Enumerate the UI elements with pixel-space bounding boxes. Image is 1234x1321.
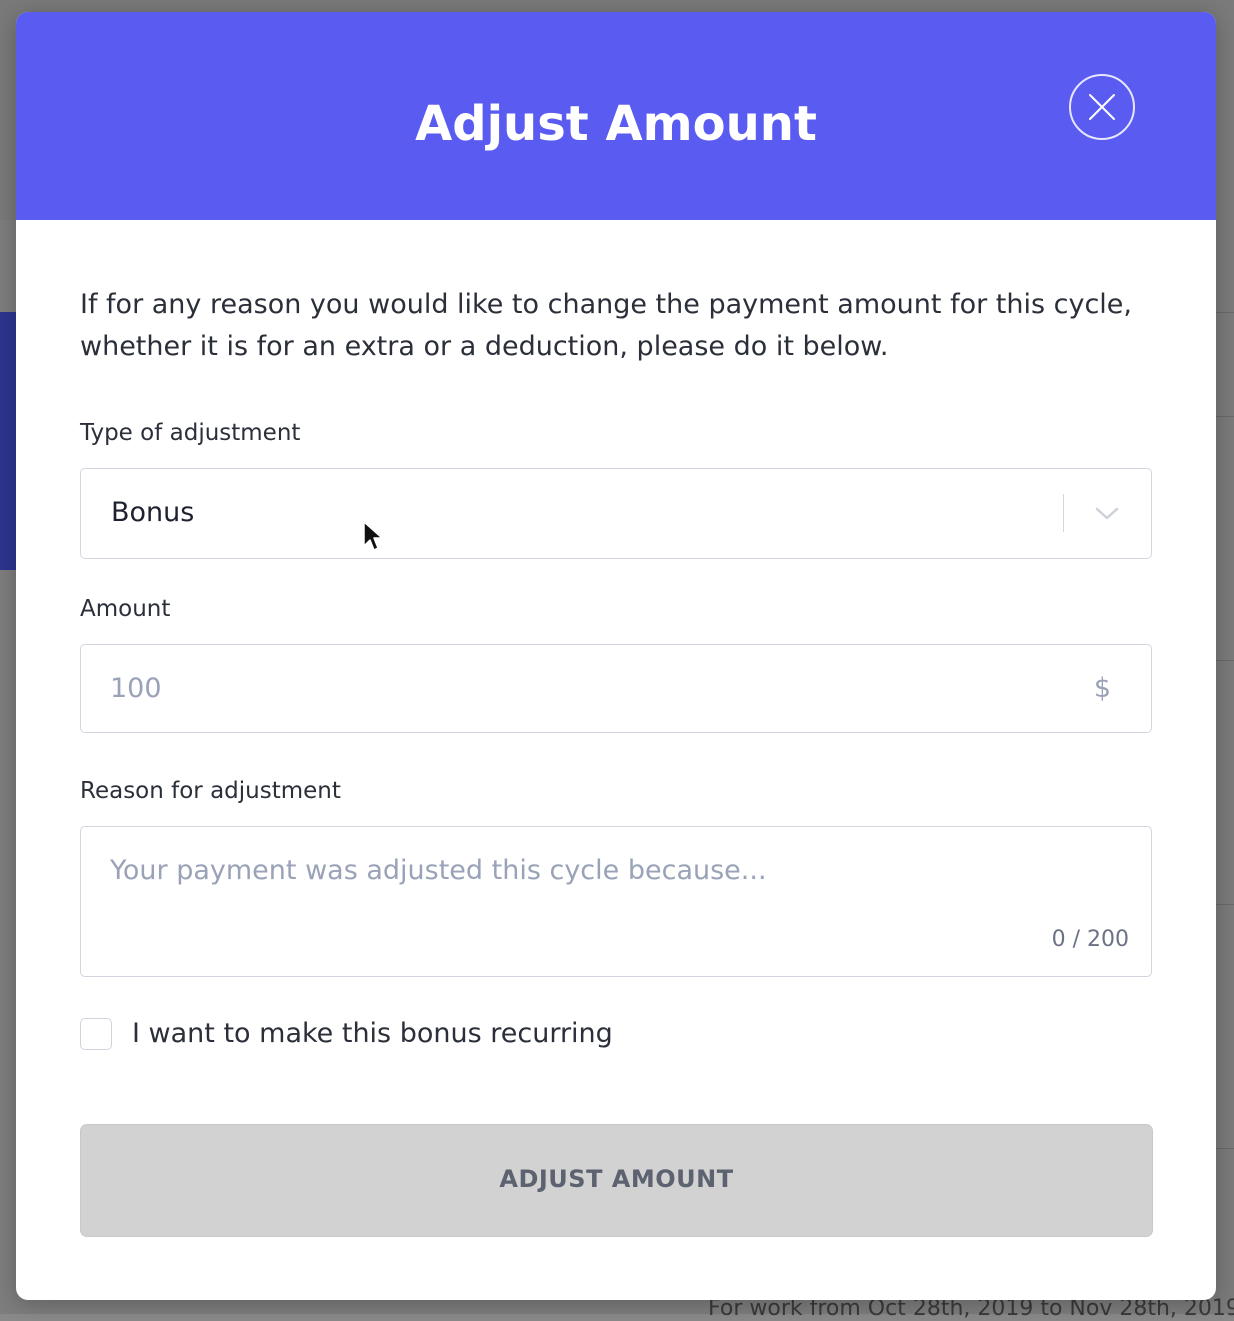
reason-textarea[interactable]: Your payment was adjusted this cycle bec… — [80, 826, 1152, 977]
adjustment-type-label: Type of adjustment — [80, 420, 301, 446]
background-divider — [1216, 904, 1234, 905]
reason-placeholder: Your payment was adjusted this cycle bec… — [110, 855, 767, 886]
background-divider — [1216, 1148, 1234, 1149]
background-left-panel — [0, 312, 16, 570]
adjust-amount-button[interactable]: ADJUST AMOUNT — [80, 1124, 1153, 1237]
select-divider — [1063, 494, 1064, 532]
recurring-checkbox-label[interactable]: I want to make this bonus recurring — [132, 1018, 613, 1049]
amount-input[interactable]: 100 $ — [80, 644, 1152, 733]
adjustment-type-select[interactable]: Bonus — [80, 468, 1152, 559]
background-right-strip — [1216, 0, 1234, 1314]
adjustment-type-value: Bonus — [111, 497, 195, 528]
amount-value: 100 — [110, 673, 162, 704]
amount-label: Amount — [80, 596, 171, 622]
chevron-down-icon[interactable] — [1094, 505, 1120, 521]
close-icon — [1089, 94, 1115, 120]
background-divider — [1216, 416, 1234, 417]
adjust-amount-modal: Adjust Amount If for any reason you woul… — [16, 12, 1216, 1300]
character-count: 0 / 200 — [1051, 927, 1129, 952]
close-button[interactable] — [1069, 74, 1135, 140]
adjust-amount-button-label: ADJUST AMOUNT — [499, 1165, 734, 1193]
currency-suffix: $ — [1093, 673, 1111, 704]
background-divider — [1216, 312, 1234, 313]
recurring-checkbox[interactable] — [80, 1018, 112, 1050]
background-divider — [1216, 660, 1234, 661]
modal-title: Adjust Amount — [415, 96, 817, 152]
modal-header: Adjust Amount — [16, 12, 1216, 220]
reason-label: Reason for adjustment — [80, 778, 341, 804]
intro-text: If for any reason you would like to chan… — [80, 289, 1132, 362]
